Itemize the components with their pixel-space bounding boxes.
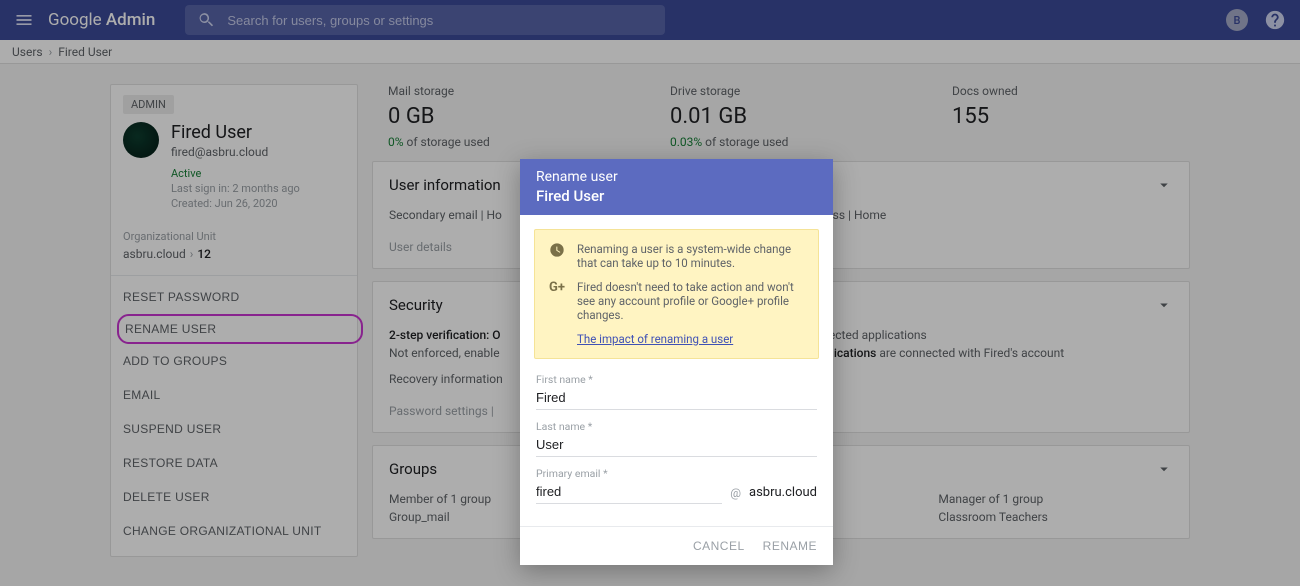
- impact-link[interactable]: The impact of renaming a user: [549, 332, 733, 346]
- rename-button[interactable]: RENAME: [763, 539, 817, 553]
- cancel-button[interactable]: CANCEL: [693, 539, 745, 553]
- primary-email-input[interactable]: [536, 480, 722, 504]
- gplus-icon: G+: [549, 280, 565, 296]
- rename-user-modal: Rename user Fired User Renaming a user i…: [520, 159, 833, 565]
- first-name-input[interactable]: [536, 386, 817, 410]
- email-domain: asbru.cloud: [749, 485, 817, 504]
- info-box: Renaming a user is a system-wide change …: [534, 229, 819, 359]
- last-name-label: Last name *: [536, 420, 817, 433]
- at-symbol: @: [730, 486, 741, 504]
- first-name-label: First name *: [536, 373, 817, 386]
- modal-header: Rename user Fired User: [520, 159, 833, 215]
- clock-icon: [549, 242, 565, 258]
- last-name-input[interactable]: [536, 433, 817, 457]
- primary-email-label: Primary email *: [536, 467, 817, 480]
